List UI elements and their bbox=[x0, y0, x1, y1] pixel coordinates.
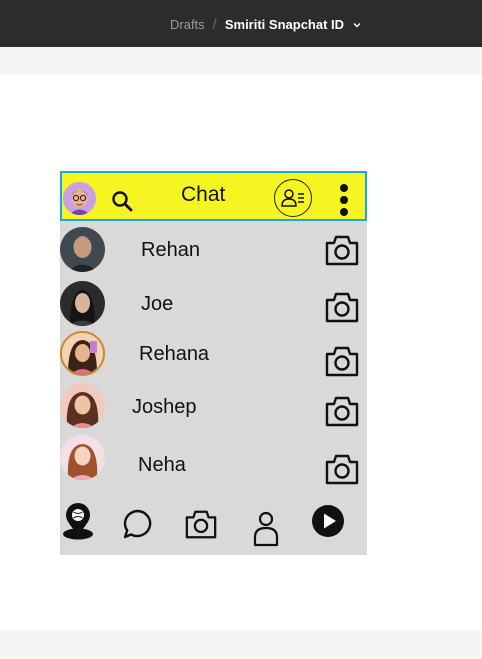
camera-icon[interactable] bbox=[324, 452, 360, 486]
camera-icon[interactable] bbox=[324, 233, 360, 267]
avatar bbox=[60, 281, 105, 326]
camera-icon[interactable] bbox=[184, 507, 218, 546]
canvas-band-bottom bbox=[0, 630, 482, 659]
breadcrumb-separator: / bbox=[212, 16, 217, 33]
chat-header: Chat bbox=[60, 171, 367, 221]
canvas-band-top bbox=[0, 47, 482, 75]
file-name[interactable]: Smiriti Snapchat ID bbox=[225, 17, 344, 32]
chat-row-rehan[interactable]: Rehan bbox=[60, 225, 367, 275]
breadcrumb-drafts-link[interactable]: Drafts bbox=[170, 17, 205, 32]
chat-name: Joshep bbox=[132, 396, 197, 418]
chat-name: Neha bbox=[138, 454, 186, 476]
chat-name: Rehana bbox=[139, 343, 210, 365]
chevron-down-icon[interactable] bbox=[352, 20, 362, 30]
search-icon[interactable] bbox=[111, 190, 135, 214]
page-title: Chat bbox=[181, 183, 226, 206]
camera-icon[interactable] bbox=[324, 394, 360, 428]
camera-icon[interactable] bbox=[324, 290, 360, 324]
profile-avatar[interactable] bbox=[63, 182, 96, 215]
map-pin-icon[interactable] bbox=[61, 503, 95, 546]
breadcrumb: Drafts / Smiriti Snapchat ID bbox=[170, 16, 362, 33]
chat-row-rehana[interactable]: Rehana bbox=[60, 329, 367, 379]
bottom-nav bbox=[60, 503, 367, 555]
friends-list-icon bbox=[281, 189, 304, 207]
chat-bubble-icon[interactable] bbox=[122, 508, 154, 545]
avatar bbox=[60, 331, 105, 376]
play-icon[interactable] bbox=[311, 504, 345, 543]
add-friends-button[interactable] bbox=[274, 179, 312, 217]
chat-row-neha[interactable]: Neha bbox=[60, 433, 367, 486]
chat-name: Joe bbox=[141, 293, 174, 315]
chat-row-joshep[interactable]: Joshep bbox=[60, 381, 367, 431]
chat-name: Rehan bbox=[141, 239, 200, 261]
profile-icon[interactable] bbox=[253, 511, 279, 552]
chat-row-joe[interactable]: Joe bbox=[60, 279, 367, 329]
chat-screen-frame: Chat Rehan Joe Rehana Joshep Neha bbox=[60, 171, 367, 555]
avatar bbox=[60, 435, 105, 480]
camera-icon[interactable] bbox=[324, 344, 360, 378]
avatar bbox=[60, 383, 105, 428]
avatar bbox=[60, 227, 105, 272]
editor-top-bar: Drafts / Smiriti Snapchat ID bbox=[0, 0, 482, 47]
more-vertical-icon[interactable] bbox=[336, 184, 352, 220]
